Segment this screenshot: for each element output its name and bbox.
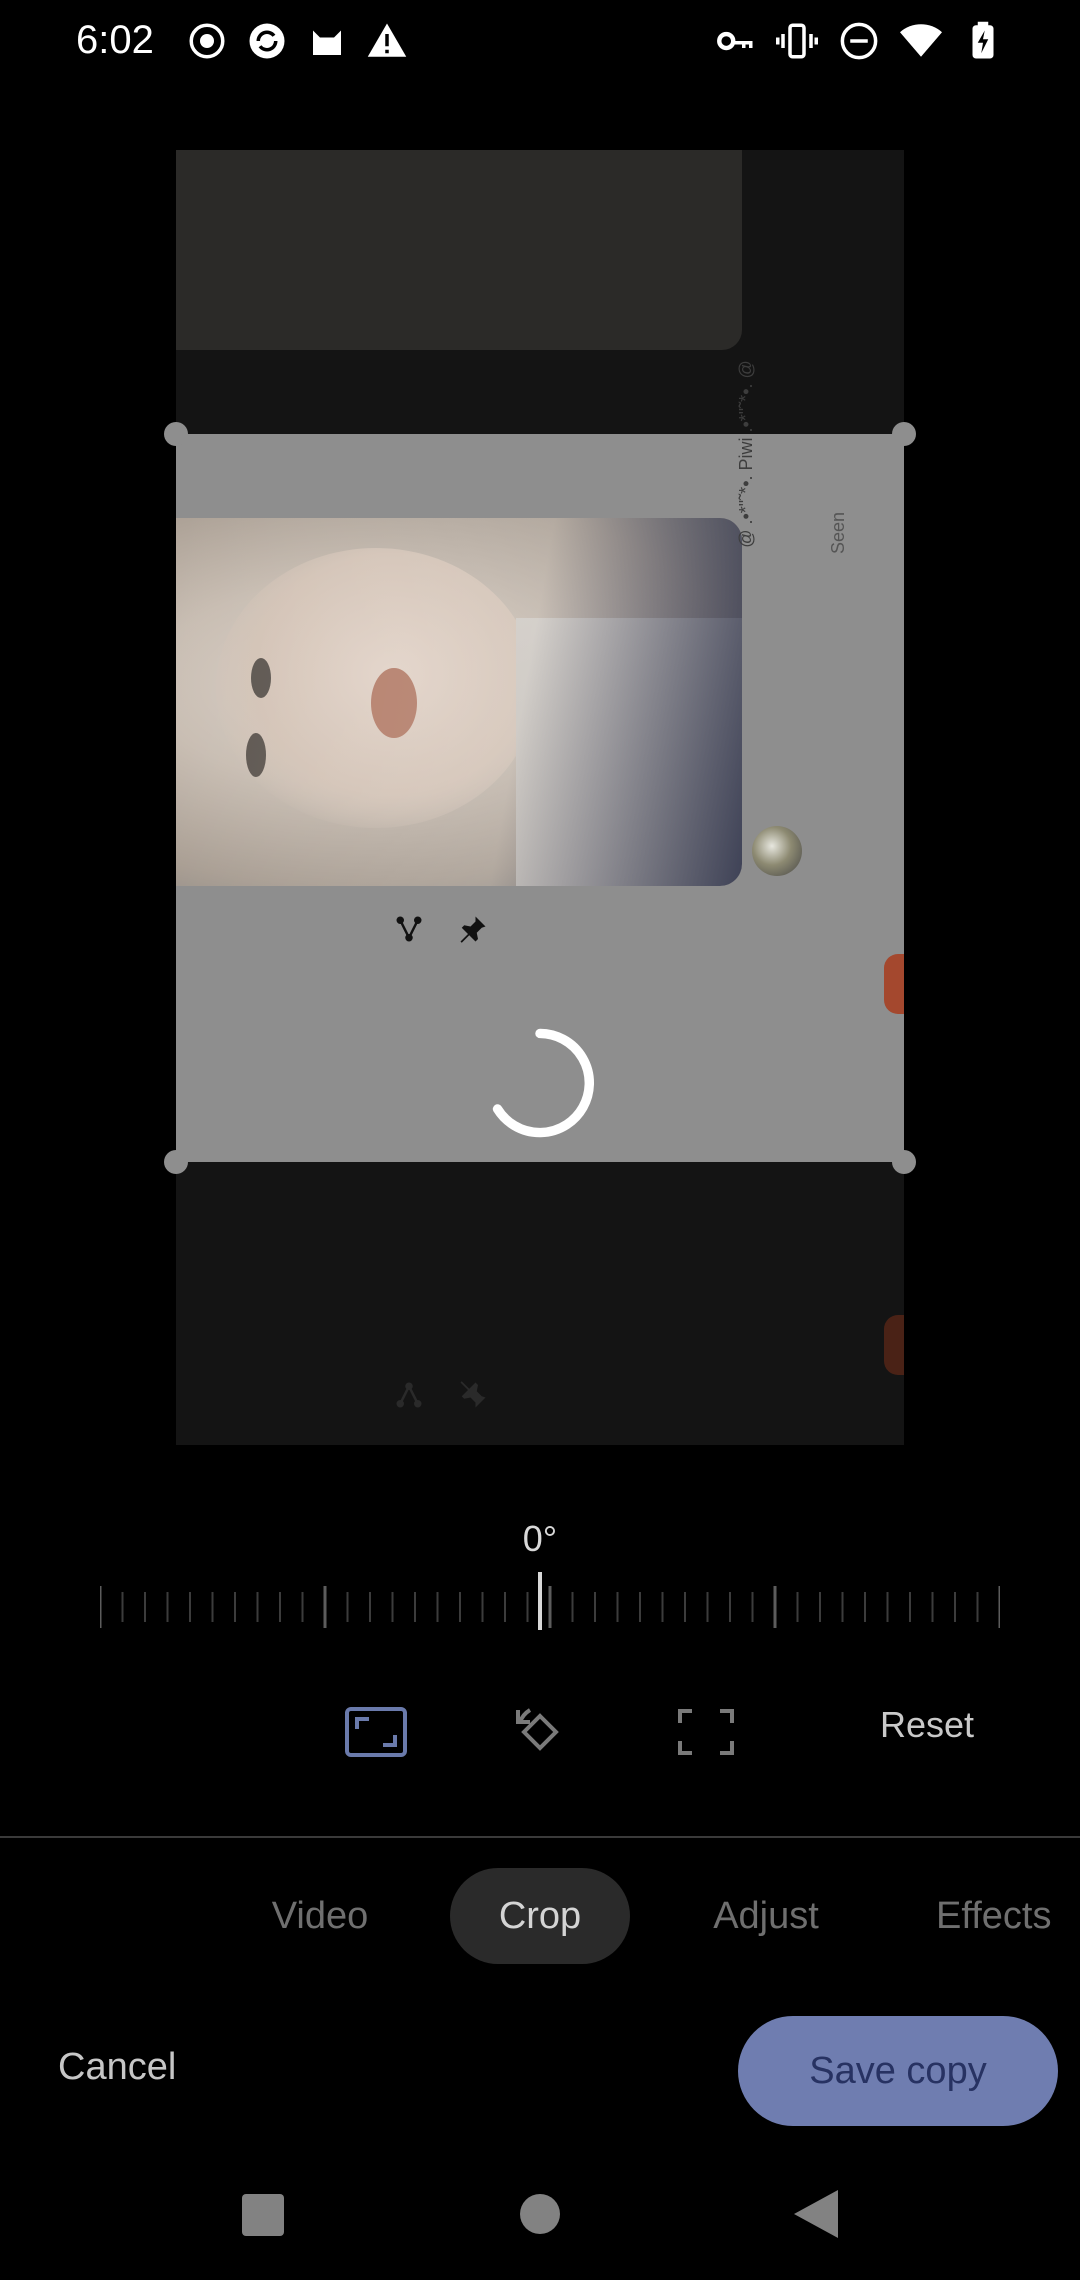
save-copy-button[interactable]: Save copy bbox=[738, 2016, 1058, 2126]
crop-handle-bottom-left[interactable] bbox=[164, 1150, 188, 1174]
cancel-button[interactable]: Cancel bbox=[58, 2046, 176, 2089]
post-author-name: @ .•*"˜*•. Piwi .•*"˜*•. @ bbox=[736, 360, 756, 548]
rotate-icon bbox=[516, 1708, 559, 1751]
reaction-sticker bbox=[884, 954, 904, 1014]
crop-free-icon bbox=[678, 1709, 734, 1755]
tab-adjust[interactable]: Adjust bbox=[696, 1868, 836, 1964]
home-icon[interactable] bbox=[520, 2194, 560, 2234]
recents-icon[interactable] bbox=[242, 2194, 284, 2236]
battery-charging-icon bbox=[972, 21, 994, 59]
pin-icon bbox=[460, 916, 486, 943]
crop-handle-top-right[interactable] bbox=[892, 422, 916, 446]
pin-icon bbox=[460, 1381, 486, 1408]
cat-icon bbox=[313, 30, 341, 55]
back-icon[interactable] bbox=[794, 2190, 838, 2238]
previous-photo-preview bbox=[176, 150, 742, 350]
tab-crop[interactable]: Crop bbox=[450, 1868, 630, 1964]
record-icon bbox=[189, 23, 225, 59]
status-bar: 6:02 bbox=[0, 0, 1080, 90]
tab-effects[interactable]: Effects bbox=[936, 1868, 1080, 1964]
photo bbox=[176, 518, 742, 886]
vpn-key-icon bbox=[717, 31, 753, 51]
image-preview: @ .•*"˜*•. Piwi .•*"˜*•. @ Seen bbox=[176, 150, 904, 1445]
status-time: 6:02 bbox=[76, 18, 154, 62]
crop-box[interactable]: @ .•*"˜*•. Piwi .•*"˜*•. @ Seen bbox=[176, 360, 904, 1162]
browser-icon bbox=[249, 23, 285, 59]
divider bbox=[0, 1836, 1080, 1838]
warning-icon bbox=[367, 23, 407, 57]
free-crop-button[interactable] bbox=[674, 1700, 738, 1764]
aspect-ratio-button[interactable] bbox=[344, 1700, 408, 1764]
post-icons-dim bbox=[394, 1380, 488, 1410]
share-icon bbox=[396, 916, 422, 942]
tab-video[interactable]: Video bbox=[250, 1868, 390, 1964]
reaction-sticker-dim bbox=[884, 1315, 904, 1375]
reset-button[interactable]: Reset bbox=[880, 1704, 974, 1746]
post-seen-label: Seen bbox=[828, 511, 848, 554]
crop-handle-top-left[interactable] bbox=[164, 422, 188, 446]
aspect-ratio-icon bbox=[345, 1707, 407, 1757]
loading-spinner-icon bbox=[492, 1028, 594, 1138]
rotation-indicator bbox=[538, 1572, 542, 1630]
rotation-angle: 0° bbox=[522, 1518, 558, 1559]
wifi-icon bbox=[900, 24, 942, 57]
do-not-disturb-icon bbox=[840, 22, 878, 60]
status-right-icons bbox=[714, 20, 1004, 62]
rotation-dial[interactable] bbox=[100, 1582, 1000, 1632]
vibrate-icon bbox=[776, 23, 818, 59]
status-left-icons bbox=[186, 20, 408, 62]
post-icons bbox=[394, 914, 488, 944]
share-icon bbox=[396, 1382, 422, 1408]
rotate-button[interactable] bbox=[508, 1700, 572, 1764]
avatar bbox=[752, 826, 802, 876]
crop-handle-bottom-right[interactable] bbox=[892, 1150, 916, 1174]
